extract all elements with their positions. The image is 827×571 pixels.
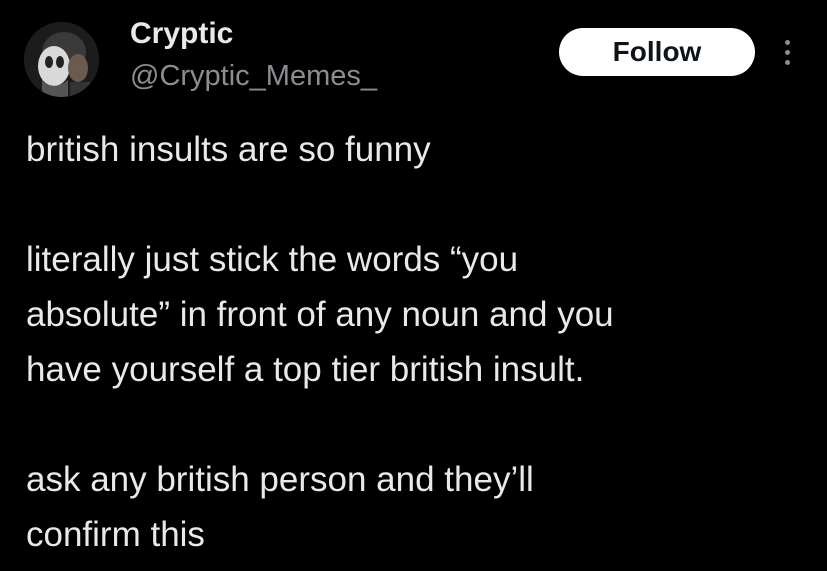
tweet-line: absolute” in front of any noun and you	[26, 295, 614, 334]
tweet-line: british insults are so funny	[26, 130, 431, 169]
author-display-name[interactable]: Cryptic	[130, 14, 233, 54]
more-options-button[interactable]	[774, 30, 800, 74]
more-vertical-icon	[784, 39, 790, 45]
avatar[interactable]	[24, 22, 99, 97]
avatar-image	[24, 22, 99, 97]
more-vertical-icon	[784, 59, 790, 65]
tweet-line: literally just stick the words “you	[26, 240, 519, 279]
follow-button[interactable]: Follow	[559, 28, 755, 76]
tweet-line: ask any british person and they’ll	[26, 460, 534, 499]
tweet-line: confirm this	[26, 515, 205, 554]
author-handle[interactable]: @Cryptic_Memes_	[130, 56, 377, 96]
tweet-text: british insults are so funny literally j…	[26, 122, 816, 562]
tweet-line: have yourself a top tier british insult.	[26, 350, 585, 389]
more-vertical-icon	[784, 49, 790, 55]
